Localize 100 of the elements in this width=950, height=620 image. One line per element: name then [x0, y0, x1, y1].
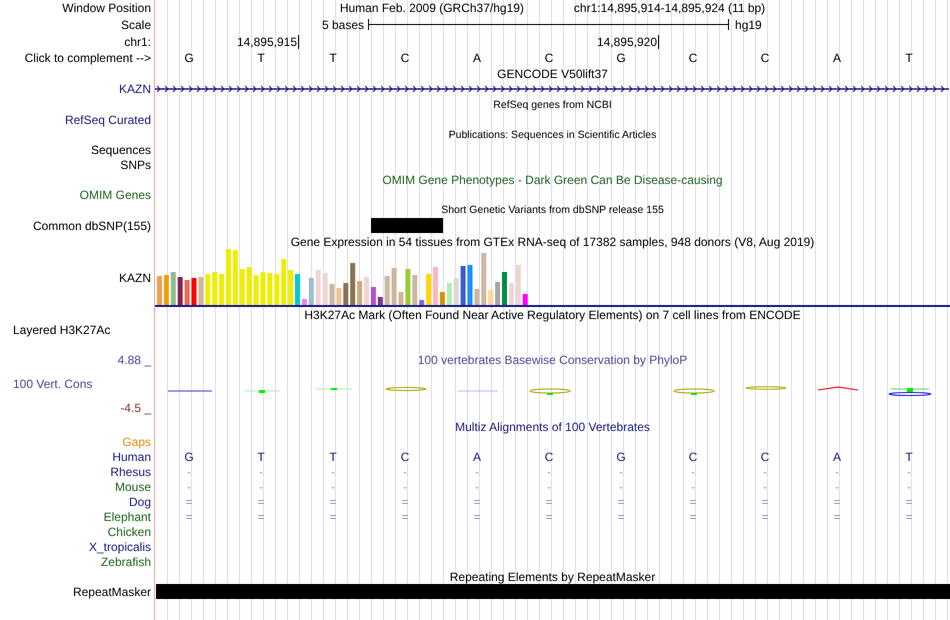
position-text: chr1:14,895,914-14,895,924 (11 bp) — [574, 1, 766, 15]
alignment-base: = — [401, 494, 408, 508]
base-letter: G — [616, 51, 626, 65]
alignment-base: T — [257, 450, 265, 464]
alignment-base: = — [617, 494, 624, 508]
alignment-base: - — [763, 464, 767, 478]
alignment-base: C — [544, 450, 554, 464]
alignment-base: = — [473, 510, 480, 524]
track-label: chr1: — [124, 34, 151, 48]
track-label[interactable]: SNPs — [120, 158, 151, 172]
alignment-base: - — [331, 480, 335, 494]
alignment-base: - — [907, 480, 911, 494]
alignment-base: A — [832, 450, 841, 464]
species-label: X_tropicalis — [88, 540, 151, 554]
coordinate-tick: 14,895,920 — [299, 34, 659, 48]
repeat-bar[interactable] — [156, 584, 950, 599]
alignment-base: - — [187, 464, 191, 478]
alignment-base: C — [760, 450, 770, 464]
alignment-base: = — [905, 510, 912, 524]
alignment-base: = — [545, 510, 552, 524]
alignment-base: = — [257, 494, 264, 508]
track-title: H3K27Ac Mark (Often Found Near Active Regulatory Elements) on 7 cell lines from ENCODE — [304, 308, 801, 322]
alignment-base: G — [184, 450, 194, 464]
alignment-base: - — [835, 464, 839, 478]
base-letter: T — [257, 51, 265, 65]
alignment-base: - — [691, 480, 695, 494]
track-title: Gene Expression in 54 tissues from GTEx RNA-seq of 17382 samples, 948 donors (V8, Aug 2019) — [290, 234, 814, 248]
alignment-base: - — [475, 464, 479, 478]
alignment-base: = — [689, 494, 696, 508]
alignment-base: = — [329, 510, 336, 524]
track-label: Window Position — [62, 1, 151, 15]
track-label[interactable]: OMIM Genes — [80, 188, 151, 202]
alignment-base: - — [259, 464, 263, 478]
axis-max-label: 4.88 _ — [116, 352, 151, 368]
track-caption: RefSeq genes from NCBI — [493, 98, 612, 110]
track-label[interactable]: RepeatMasker — [72, 585, 151, 599]
species-label: Elephant — [104, 510, 151, 524]
alignment-base: = — [761, 510, 768, 524]
alignment-base: - — [187, 480, 191, 494]
base-letter: A — [472, 51, 481, 65]
alignment-base: = — [257, 510, 264, 524]
track-label: Scale — [120, 18, 151, 32]
alignment-base: T — [905, 450, 913, 464]
track-title: Multiz Alignments of 100 Vertebrates — [455, 420, 650, 434]
alignment-base: - — [331, 464, 335, 478]
track-label[interactable]: Common dbSNP(155) — [32, 218, 151, 232]
track-label[interactable]: 100 Vert. Cons — [0, 376, 151, 392]
alignment-base: C — [688, 450, 698, 464]
alignment-base: = — [401, 510, 408, 524]
species-label: Human — [112, 450, 151, 464]
alignment-base: = — [185, 510, 192, 524]
alignment-base: = — [329, 494, 336, 508]
alignment-base: - — [835, 480, 839, 494]
assembly-name: Human Feb. 2009 (GRCh37/hg19) — [340, 1, 524, 15]
species-label: Rhesus — [110, 464, 151, 478]
variant-block[interactable] — [371, 218, 443, 233]
alignment-base: - — [403, 480, 407, 494]
alignment-base: - — [259, 480, 263, 494]
track-label[interactable]: Click to complement --> — [24, 51, 151, 65]
track-title: GENCODE V50lift37 — [497, 66, 608, 80]
base-letter: T — [329, 51, 337, 65]
alignment-base: - — [763, 480, 767, 494]
alignment-base: = — [761, 494, 768, 508]
alignment-base: G — [616, 450, 626, 464]
alignment-base: - — [619, 480, 623, 494]
species-label: Mouse — [114, 480, 151, 494]
alignment-base: = — [185, 494, 192, 508]
base-letter: C — [688, 51, 698, 65]
species-label: Chicken — [108, 524, 151, 538]
alignment-base: - — [547, 464, 551, 478]
track-label[interactable]: Layered H3K27Ac — [13, 323, 110, 337]
assembly-label: hg19 — [735, 18, 762, 32]
alignment-base: - — [475, 480, 479, 494]
alignment-base: A — [472, 450, 481, 464]
base-letter: C — [400, 51, 410, 65]
alignment-base: = — [545, 494, 552, 508]
alignment-base: C — [400, 450, 410, 464]
coordinate-tick: 14,895,915 — [155, 34, 299, 48]
alignment-base: = — [833, 494, 840, 508]
track-caption: Short Genetic Variants from dbSNP release 155 — [441, 204, 664, 216]
alignment-base: = — [905, 494, 912, 508]
track-label[interactable]: RefSeq Curated — [64, 112, 151, 126]
base-letter: C — [544, 51, 554, 65]
alignment-base: T — [329, 450, 337, 464]
alignment-base: = — [617, 510, 624, 524]
alignment-base: - — [619, 464, 623, 478]
alignment-base: - — [691, 464, 695, 478]
gene-label[interactable]: KAZN — [118, 82, 151, 96]
track-label[interactable]: Sequences — [90, 142, 151, 156]
track-title: 100 vertebrates Basewise Conservation by PhyloP — [418, 353, 688, 367]
alignment-base: - — [403, 464, 407, 478]
species-label: Zebrafish — [100, 554, 151, 568]
track-caption: Publications: Sequences in Scientific Articles — [448, 128, 656, 140]
species-label: Dog — [128, 494, 151, 508]
base-letter: G — [184, 51, 194, 65]
alignment-base: = — [473, 494, 480, 508]
base-letter: A — [832, 51, 841, 65]
gene-label[interactable]: KAZN — [118, 271, 151, 285]
base-letter: C — [760, 51, 770, 65]
alignment-base: - — [547, 480, 551, 494]
